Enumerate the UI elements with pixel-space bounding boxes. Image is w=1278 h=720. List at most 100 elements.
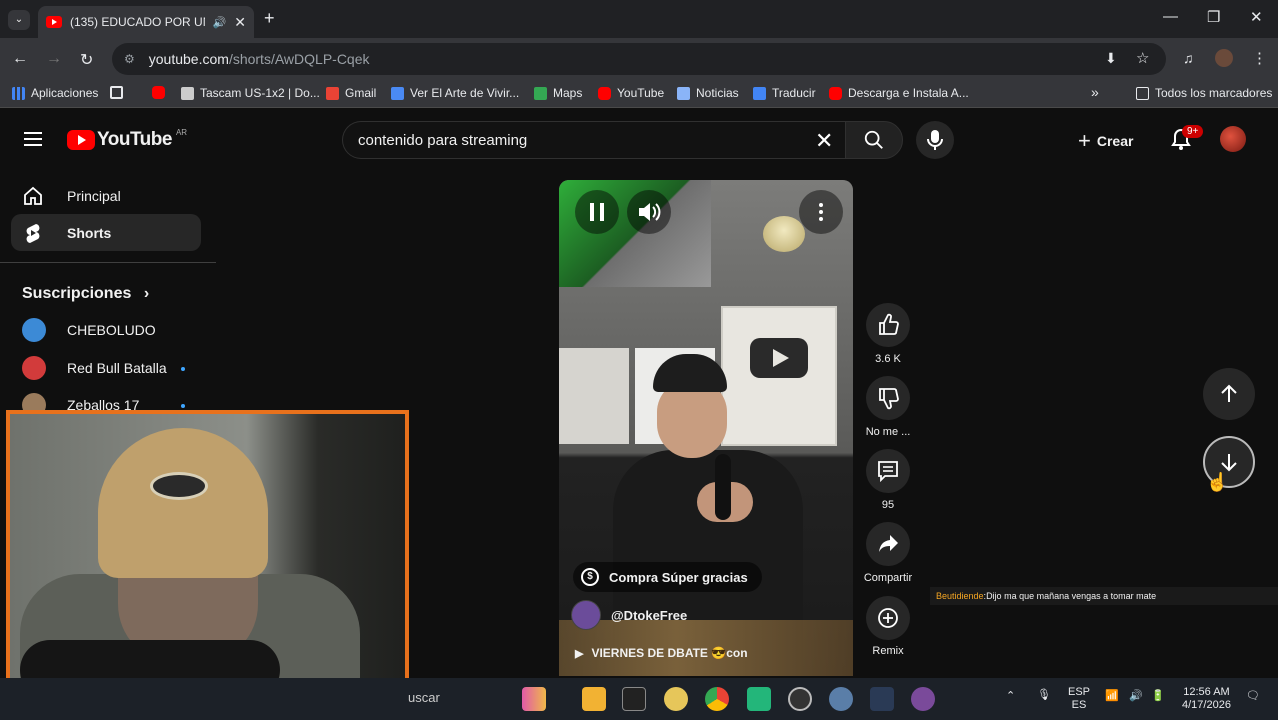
channel-link[interactable]: @DtokeFree	[571, 600, 687, 630]
speaker-icon[interactable]: 🔊	[213, 16, 227, 29]
wifi-icon[interactable]: 📶	[1105, 690, 1119, 703]
flowers-app-icon[interactable]	[522, 687, 546, 711]
window-close-icon[interactable]: ✕	[1250, 8, 1263, 26]
browser-toolbar: ← → ↻ ⚙ youtube.com/shorts/AwDQLP-Cqek ⬇…	[0, 38, 1278, 80]
language-indicator[interactable]: ESP ES	[1068, 686, 1090, 712]
clear-search-icon[interactable]: ✕	[815, 128, 833, 154]
pause-icon	[590, 203, 604, 221]
search-icon	[864, 130, 883, 149]
bookmark-apps[interactable]: Aplicaciones	[12, 86, 98, 100]
tray-mic-icon[interactable]: 🎙	[1037, 689, 1051, 702]
create-button[interactable]: + Crear	[1078, 128, 1133, 154]
nike-logo-icon	[150, 472, 208, 500]
notifications-tray-icon[interactable]: 🗨	[1246, 690, 1260, 703]
plus-icon: +	[1078, 128, 1091, 153]
subscriptions-heading[interactable]: Suscripciones ›	[22, 285, 149, 303]
subscriptions-label: Suscripciones	[22, 285, 132, 302]
pause-button[interactable]	[575, 190, 619, 234]
tab-search-button[interactable]: ⌄	[8, 10, 30, 30]
previous-short-button[interactable]	[1203, 368, 1255, 420]
voice-search-button[interactable]	[916, 121, 954, 159]
bookmark-noticias[interactable]: Noticias	[677, 86, 739, 100]
short-title[interactable]: ▶ VIERNES DE DBATE 😎con	[575, 646, 748, 660]
chat-username: Beutidiende	[936, 591, 984, 601]
youtube-icon	[152, 86, 165, 99]
app-icon[interactable]	[870, 687, 894, 711]
bookmark-youtube-1[interactable]	[152, 86, 171, 99]
close-tab-icon[interactable]: ✕	[234, 14, 246, 31]
active-tab[interactable]: (135) EDUCADO POR UN N 🔊 ✕	[38, 6, 254, 38]
bookmark-arte-de-vivir[interactable]: Ver El Arte de Vivir...	[391, 86, 519, 100]
more-bookmarks-icon[interactable]: »	[1091, 84, 1099, 100]
taskbar-search[interactable]: uscar	[408, 690, 440, 705]
share-button[interactable]	[866, 522, 910, 566]
counter-strike-icon[interactable]	[622, 687, 646, 711]
gmail-icon	[326, 86, 339, 100]
sidebar-item-shorts[interactable]: Shorts	[11, 214, 201, 251]
bookmark-gmail[interactable]: Gmail	[326, 86, 376, 100]
clock[interactable]: 12:56 AM 4/17/2026	[1182, 686, 1231, 712]
share-label: Compartir	[863, 572, 913, 584]
bookmark-traducir[interactable]: Traducir	[753, 86, 816, 100]
super-thanks-button[interactable]: $ Compra Súper gracias	[573, 562, 762, 592]
bookmark-label: Gmail	[345, 86, 377, 100]
media-player-icon[interactable]	[911, 687, 935, 711]
arrow-up-icon	[1221, 384, 1237, 402]
bookmark-descarga[interactable]: Descarga e Instala A...	[829, 86, 969, 100]
search-value: contenido para streaming	[358, 131, 528, 149]
more-options-button[interactable]	[799, 190, 843, 234]
obs-icon[interactable]	[788, 687, 812, 711]
forward-icon[interactable]: →	[46, 50, 62, 68]
media-control-icon[interactable]: ♫	[1183, 50, 1194, 66]
address-bar[interactable]: ⚙ youtube.com/shorts/AwDQLP-Cqek	[112, 43, 1166, 75]
browser-menu-icon[interactable]: ⋮	[1252, 49, 1267, 67]
youtube-logo[interactable]: YouTube AR	[67, 128, 187, 151]
remix-button[interactable]	[866, 596, 910, 640]
restore-icon[interactable]: ❐	[1207, 8, 1220, 26]
file-explorer-icon[interactable]	[582, 687, 606, 711]
subscription-item[interactable]: CHEBOLUDO	[22, 318, 156, 342]
short-video-player[interactable]: $ Compra Súper gracias @DtokeFree ▶ VIERNE…	[559, 180, 853, 676]
short-title-text: VIERNES DE DBATE 😎con	[591, 646, 748, 660]
like-button[interactable]	[866, 303, 910, 347]
sidebar-item-principal[interactable]: Principal	[11, 177, 201, 214]
back-icon[interactable]: ←	[12, 50, 28, 68]
comments-button[interactable]	[866, 449, 910, 493]
bookmark-maps[interactable]: Maps	[534, 86, 582, 100]
subscription-item[interactable]: Red Bull Batalla	[22, 356, 167, 380]
bookmark-grid[interactable]	[110, 86, 129, 99]
menu-icon[interactable]	[24, 132, 42, 146]
install-app-icon[interactable]: ⬇	[1105, 50, 1117, 67]
game-icon[interactable]	[664, 687, 688, 711]
volume-tray-icon[interactable]: 🔊	[1129, 690, 1143, 703]
chat-app-icon[interactable]	[747, 687, 771, 711]
search-button[interactable]	[845, 121, 903, 159]
super-thanks-label: Compra Súper gracias	[609, 569, 748, 585]
volume-button[interactable]	[627, 190, 671, 234]
sidebar-item-label: Principal	[67, 187, 121, 204]
lang-sub: ES	[1071, 699, 1087, 711]
bookmark-star-icon[interactable]: ☆	[1136, 49, 1149, 67]
search-input[interactable]: contenido para streaming	[342, 121, 845, 159]
super-thanks-icon: $	[581, 568, 599, 586]
play-icon: ▶	[575, 647, 584, 660]
bookmark-youtube-2[interactable]: YouTube	[598, 86, 664, 100]
site-info-icon[interactable]: ⚙	[124, 52, 135, 66]
battery-icon[interactable]: 🔋	[1151, 690, 1165, 703]
bookmark-tascam[interactable]: Tascam US-1x2 | Do...	[181, 86, 320, 100]
account-avatar[interactable]	[1220, 126, 1246, 152]
tray-chevron-icon[interactable]: ⌃	[1006, 690, 1015, 703]
settings-app-icon[interactable]	[829, 687, 853, 711]
bookmark-label: Traducir	[772, 86, 816, 100]
all-bookmarks[interactable]: Todos los marcadores	[1136, 86, 1272, 100]
reload-icon[interactable]: ↻	[80, 50, 93, 70]
profile-avatar[interactable]	[1215, 49, 1233, 67]
minimize-icon[interactable]: —	[1163, 8, 1178, 25]
thumbs-down-icon	[879, 388, 899, 410]
new-tab-button[interactable]: +	[264, 8, 275, 29]
channel-avatar	[22, 356, 46, 380]
dislike-button[interactable]	[866, 376, 910, 420]
thumbs-up-icon	[879, 313, 899, 335]
chrome-icon[interactable]	[705, 687, 729, 711]
more-vert-icon	[819, 203, 823, 221]
